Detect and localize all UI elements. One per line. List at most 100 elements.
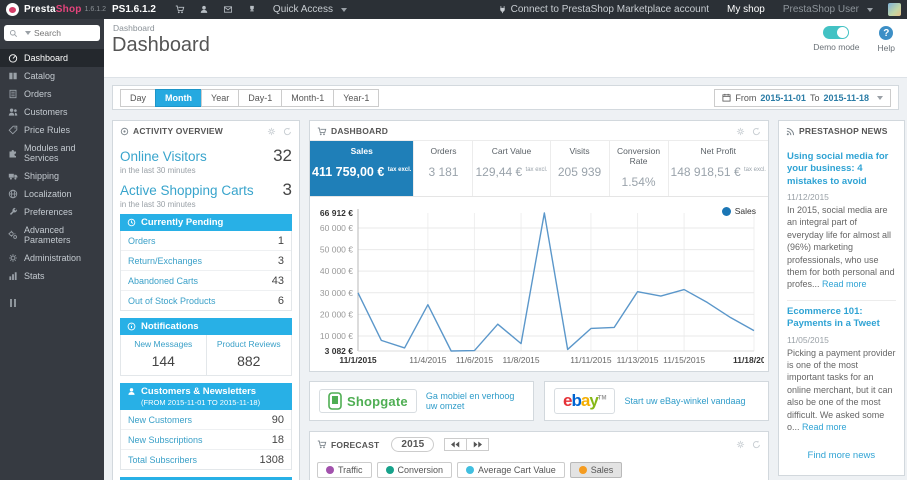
currently-pending-header: Currently Pending (120, 214, 292, 231)
clipboard-icon (8, 89, 18, 99)
sidebar-item-orders[interactable]: Orders (0, 85, 104, 103)
sidebar-item-dashboard[interactable]: Dashboard (0, 49, 104, 67)
panel-refresh-icon[interactable] (752, 127, 761, 136)
pending-orders-link[interactable]: Orders (128, 236, 156, 246)
read-more-link[interactable]: Read more (822, 279, 867, 289)
date-range-picker[interactable]: From 2015-11-01 To 2015-11-18 (714, 88, 891, 107)
shopgate-link[interactable]: Ga mobiel en verhoog uw omzet (426, 391, 524, 411)
sidebar-item-modules[interactable]: Modules and Services (0, 139, 104, 167)
cart-icon[interactable] (175, 5, 185, 14)
sidebar-item-shipping[interactable]: Shipping (0, 167, 104, 185)
marketplace-link[interactable]: Connect to PrestaShop Marketplace accoun… (498, 4, 709, 15)
search-box[interactable] (4, 25, 100, 41)
sidebar-item-administration[interactable]: Administration (0, 249, 104, 267)
total-subscribers-link[interactable]: Total Subscribers (128, 455, 197, 465)
ebay-banner[interactable]: ebayTM Start uw eBay-winkel vandaag (544, 381, 769, 421)
online-visitors-link[interactable]: Online Visitors (120, 149, 207, 164)
user-avatar[interactable] (888, 3, 901, 16)
sidebar-item-stats[interactable]: Stats (0, 267, 104, 285)
read-more-link[interactable]: Read more (802, 422, 847, 432)
messages-icon[interactable] (223, 5, 233, 14)
news-article-title-link[interactable]: Using social media for your business: 4 … (787, 151, 896, 188)
panel-settings-icon[interactable] (736, 127, 745, 136)
sidebar-item-price-rules[interactable]: Price Rules (0, 121, 104, 139)
marketplace-label: Connect to PrestaShop Marketplace accoun… (510, 4, 710, 15)
legend-label: Sales (590, 465, 614, 475)
find-more-news-link[interactable]: Find more news (787, 442, 896, 471)
range-day-button[interactable]: Day (120, 88, 157, 107)
shopgate-phone-icon (328, 392, 342, 410)
panel-settings-icon[interactable] (267, 127, 276, 136)
legend-average-cart-value-button[interactable]: Average Cart Value (457, 462, 565, 478)
trophy-icon[interactable] (247, 5, 257, 14)
news-article-date: 11/05/2015 (787, 334, 829, 345)
new-messages-tile[interactable]: New Messages 144 (121, 335, 207, 375)
tile-value: 882 (237, 353, 261, 369)
legend-sales-button[interactable]: Sales (569, 462, 623, 478)
wrench-icon (8, 207, 18, 217)
out-of-stock-link[interactable]: Out of Stock Products (128, 296, 216, 306)
kpi-value: 3 181 (428, 165, 459, 179)
sales-line-chart[interactable]: 66 912 € 60 000 € 50 000 € 40 000 € 30 000 €… (312, 199, 764, 371)
sidebar-item-customers[interactable]: Customers (0, 103, 104, 121)
kpi-cart-value[interactable]: Cart Value 129,44 € tax excl. (472, 141, 549, 196)
active-carts-sub: in the last 30 minutes (120, 200, 196, 209)
product-reviews-tile[interactable]: Product Reviews 882 (207, 335, 292, 375)
search-input[interactable] (34, 28, 86, 38)
sidebar-item-catalog[interactable]: Catalog (0, 67, 104, 85)
new-subscriptions-link[interactable]: New Subscriptions (128, 435, 203, 445)
kpi-orders[interactable]: Orders 3 181 (413, 141, 472, 196)
partner-banners: Shopgate Ga mobiel en verhoog uw omzet e… (309, 381, 769, 421)
sidebar-item-label: Price Rules (24, 125, 71, 135)
sidebar-item-preferences[interactable]: Preferences (0, 203, 104, 221)
sidebar-collapse-button[interactable] (10, 299, 104, 307)
range-month-1-button[interactable]: Month-1 (281, 88, 335, 107)
help-icon[interactable] (879, 26, 894, 40)
range-year-1-button[interactable]: Year-1 (333, 88, 380, 107)
user-menu[interactable]: PrestaShop User (783, 4, 873, 15)
legend-traffic-button[interactable]: Traffic (317, 462, 372, 478)
my-shop-link[interactable]: My shop (727, 4, 765, 15)
ebay-letter: y (589, 391, 599, 410)
gear-icon (8, 253, 18, 263)
svg-text:20 000 €: 20 000 € (320, 309, 353, 319)
quick-access-label: Quick Access (272, 4, 333, 15)
cart-icon (317, 440, 327, 449)
prestashop-logo[interactable] (6, 3, 19, 16)
brand-text[interactable]: PrestaShop (24, 4, 82, 15)
panel-refresh-icon[interactable] (283, 127, 292, 136)
search-scope-caret-icon[interactable] (25, 31, 31, 35)
demo-mode-toggle[interactable] (823, 26, 850, 39)
my-shop-label: My shop (727, 4, 765, 15)
kpi-visits[interactable]: Visits 205 939 (549, 141, 609, 196)
customer-icon[interactable] (199, 5, 209, 14)
kpi-net-profit[interactable]: Net Profit 148 918,51 € tax excl. (667, 141, 768, 196)
kpi-value: 1.54% (621, 175, 656, 189)
active-carts-link[interactable]: Active Shopping Carts (120, 183, 254, 198)
abandoned-carts-link[interactable]: Abandoned Carts (128, 276, 198, 286)
sidebar-item-advanced-parameters[interactable]: Advanced Parameters (0, 221, 104, 249)
sidebar-item-localization[interactable]: Localization (0, 185, 104, 203)
forecast-prev-button[interactable] (444, 438, 468, 451)
panel-settings-icon[interactable] (736, 440, 745, 449)
ebay-link[interactable]: Start uw eBay-winkel vandaag (624, 396, 745, 406)
forecast-year-pill[interactable]: 2015 (391, 437, 435, 452)
legend-conversion-button[interactable]: Conversion (376, 462, 453, 478)
globe-icon (8, 189, 18, 199)
range-day-1-button[interactable]: Day-1 (238, 88, 283, 107)
kpi-conversion-rate[interactable]: Conversion Rate 1.54% (608, 141, 668, 196)
news-article-title-link[interactable]: Ecommerce 101: Payments in a Tweet (787, 306, 896, 331)
panel-refresh-icon[interactable] (752, 440, 761, 449)
quick-access-menu[interactable]: Quick Access (273, 4, 347, 15)
sidebar-item-label: Localization (24, 189, 72, 199)
breadcrumb[interactable]: Dashboard (113, 23, 155, 33)
range-month-button[interactable]: Month (155, 88, 203, 107)
shopgate-banner[interactable]: Shopgate Ga mobiel en verhoog uw omzet (309, 381, 534, 421)
kpi-sales[interactable]: Sales 411 759,00 € tax excl. (310, 141, 414, 196)
kpi-label: Net Profit (700, 146, 736, 156)
forecast-next-button[interactable] (466, 438, 490, 451)
search-icon (9, 29, 18, 37)
range-year-button[interactable]: Year (201, 88, 240, 107)
new-customers-link[interactable]: New Customers (128, 415, 192, 425)
pending-returns-link[interactable]: Return/Exchanges (128, 256, 202, 266)
